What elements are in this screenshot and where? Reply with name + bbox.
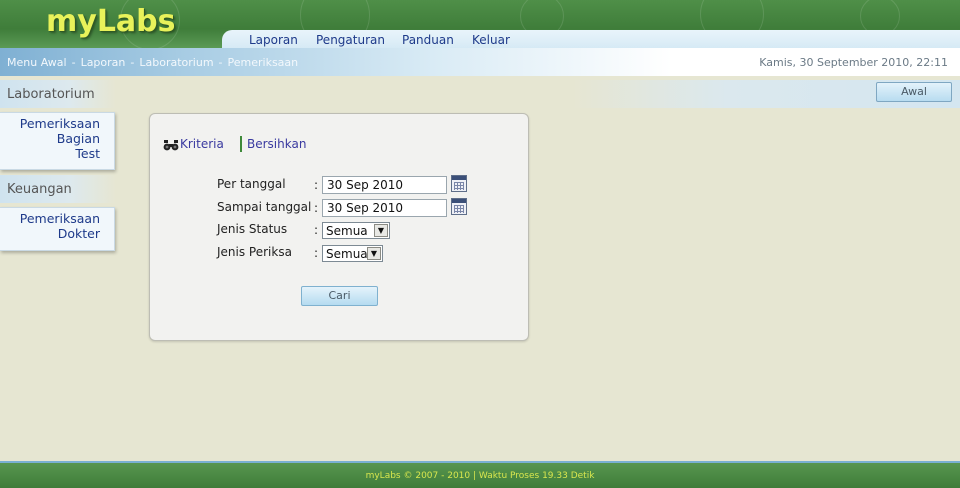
sidebar-item-pemeriksaan[interactable]: Pemeriksaan: [0, 116, 100, 131]
current-datetime: Kamis, 30 September 2010, 22:11: [759, 56, 948, 69]
sampai-tanggal-input[interactable]: [322, 199, 447, 217]
breadcrumb-separator: -: [130, 56, 135, 69]
jenis-status-select[interactable]: Semua ▼: [322, 222, 390, 239]
calendar-icon[interactable]: [451, 175, 467, 192]
breadcrumb: Menu Awal - Laporan - Laboratorium - Pemeriksa…: [7, 56, 298, 69]
binoculars-icon: [163, 140, 179, 151]
nav-pengaturan[interactable]: Pengaturan: [316, 33, 385, 47]
sidebar-group-keuangan: Pemeriksaan Dokter: [0, 207, 115, 251]
breadcrumb-pemeriksaan: Pemeriksaan: [227, 56, 299, 69]
jenis-status-label: Jenis Status: [217, 222, 288, 236]
app-logo: myLabs: [46, 4, 176, 39]
awal-button[interactable]: Awal: [876, 82, 952, 102]
nav-panduan[interactable]: Panduan: [402, 33, 454, 47]
field-colon: :: [314, 178, 319, 192]
sidebar-section-laboratorium: Laboratorium: [0, 80, 116, 108]
cari-button[interactable]: Cari: [301, 286, 378, 306]
sidebar-group-laboratorium: Pemeriksaan Bagian Test: [0, 112, 115, 170]
app-header: myLabs Laporan Pengaturan Panduan Keluar: [0, 0, 960, 48]
field-colon: :: [314, 201, 319, 215]
bersihkan-link[interactable]: Bersihkan: [247, 137, 306, 151]
breadcrumb-laporan[interactable]: Laporan: [81, 56, 126, 69]
per-tanggal-label: Per tanggal: [217, 177, 286, 191]
sidebar-item-pemeriksaan-keuangan[interactable]: Pemeriksaan: [0, 211, 100, 226]
jenis-periksa-label: Jenis Periksa: [217, 245, 292, 259]
calendar-icon[interactable]: [451, 198, 467, 215]
criteria-panel: Kriteria Bersihkan Per tanggal : Sampai …: [149, 113, 529, 341]
chevron-down-icon[interactable]: ▼: [374, 224, 388, 237]
breadcrumb-menu-awal[interactable]: Menu Awal: [7, 56, 67, 69]
sidebar-item-bagian[interactable]: Bagian: [0, 131, 100, 146]
jenis-periksa-select[interactable]: Semua ▼: [322, 245, 383, 262]
breadcrumb-separator: -: [71, 56, 76, 69]
field-colon: :: [314, 223, 319, 237]
jenis-periksa-value: Semua: [326, 247, 368, 261]
toolbar-divider: [240, 136, 242, 152]
field-colon: :: [314, 246, 319, 260]
kriteria-link[interactable]: Kriteria: [180, 137, 224, 151]
sampai-tanggal-label: Sampai tanggal: [217, 200, 312, 214]
nav-laporan[interactable]: Laporan: [249, 33, 298, 47]
footer-text: myLabs © 2007 - 2010 | Waktu Proses 19.3…: [365, 471, 595, 481]
app-footer: myLabs © 2007 - 2010 | Waktu Proses 19.3…: [0, 461, 960, 488]
chevron-down-icon[interactable]: ▼: [367, 247, 381, 260]
sidebar-item-dokter[interactable]: Dokter: [0, 226, 100, 241]
jenis-status-value: Semua: [326, 224, 368, 238]
top-navigation: Laporan Pengaturan Panduan Keluar: [222, 30, 960, 48]
breadcrumb-bar: Menu Awal - Laporan - Laboratorium - Pemeriksa…: [0, 48, 960, 76]
sidebar-item-test[interactable]: Test: [0, 146, 100, 161]
breadcrumb-separator: -: [218, 56, 223, 69]
per-tanggal-input[interactable]: [322, 176, 447, 194]
nav-keluar[interactable]: Keluar: [472, 33, 510, 47]
sidebar-section-keuangan: Keuangan: [0, 175, 116, 203]
breadcrumb-laboratorium[interactable]: Laboratorium: [139, 56, 213, 69]
